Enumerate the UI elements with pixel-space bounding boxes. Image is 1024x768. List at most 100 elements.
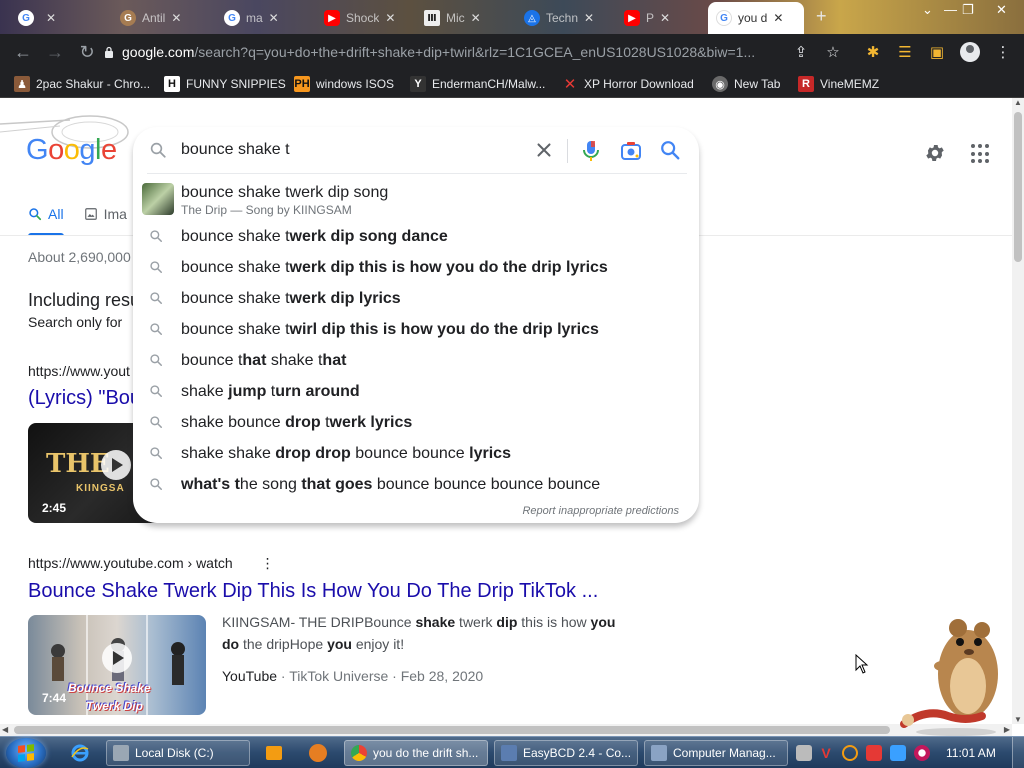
tray-app-icon[interactable] — [914, 745, 930, 761]
browser-tab-2[interactable]: G Antil ✕ — [112, 4, 212, 32]
menu-kebab-icon[interactable]: ⋮ — [994, 43, 1012, 61]
suggestion-rich-song[interactable]: bounce shake twerk dip song The Drip — S… — [133, 181, 699, 219]
easybcd-icon — [501, 745, 517, 761]
result-2-url[interactable]: https://www.youtube.com › watch ⋮ — [28, 555, 275, 572]
new-tab-plus-icon[interactable]: + — [816, 6, 827, 27]
address-bar[interactable]: google.com/search?q=you+do+the+drift+sha… — [104, 39, 788, 65]
forward-arrow-icon[interactable]: → — [44, 41, 66, 63]
browser-tab-1[interactable]: G ✕ — [10, 4, 106, 32]
suggestion-item[interactable]: shake jump turn around — [133, 376, 699, 407]
browser-tab-5[interactable]: Ⅲ Mic ✕ — [416, 4, 512, 32]
result-menu-kebab-icon[interactable]: ⋮ — [261, 555, 275, 572]
bookmark-windows-isos[interactable]: PH windows ISOS — [294, 75, 394, 93]
tray-display-icon[interactable] — [890, 745, 906, 761]
search-icon — [29, 208, 42, 221]
restore-icon[interactable]: ❐ — [962, 2, 974, 18]
close-tab-icon[interactable]: ✕ — [471, 11, 481, 25]
tray-network-icon[interactable] — [796, 745, 812, 761]
close-tab-icon[interactable]: ✕ — [171, 11, 181, 25]
bookmark-funny-snippies[interactable]: H FUNNY SNIPPIES — [164, 75, 286, 93]
close-tab-icon[interactable]: ✕ — [269, 11, 279, 25]
reload-icon[interactable]: ↻ — [76, 41, 98, 63]
browser-toolbar: ← → ↻ google.com/search?q=you+do+the+dri… — [0, 34, 1024, 70]
bookmark-2pac[interactable]: ♟ 2pac Shakur - Chro... — [14, 75, 150, 93]
windows-taskbar: Local Disk (C:) you do the drift sh... E… — [0, 736, 1024, 768]
search-icon — [150, 478, 163, 491]
search-icon — [150, 142, 166, 158]
settings-gear-icon[interactable] — [924, 142, 946, 164]
close-tab-icon[interactable]: ✕ — [660, 11, 670, 25]
close-tab-icon[interactable]: ✕ — [773, 11, 783, 25]
voice-search-mic-icon[interactable] — [581, 139, 601, 163]
bookmark-endermanch[interactable]: Y EndermanCH/Malw... — [410, 75, 545, 93]
bookmark-star-icon[interactable]: ☆ — [824, 43, 842, 61]
back-arrow-icon[interactable]: ← — [12, 41, 34, 63]
tab-search-chevron-icon[interactable]: ⌄ — [922, 2, 933, 18]
tray-flag-icon[interactable] — [866, 745, 882, 761]
close-tab-icon[interactable]: ✕ — [584, 11, 594, 25]
tab-all[interactable]: All — [28, 202, 64, 236]
close-tab-icon[interactable]: ✕ — [385, 11, 395, 25]
taskbar-local-disk[interactable]: Local Disk (C:) — [106, 740, 250, 766]
tab-images[interactable]: Ima — [84, 202, 127, 234]
suggestion-item[interactable]: bounce that shake that — [133, 345, 699, 376]
reading-list-icon[interactable]: ☰ — [896, 43, 914, 61]
clear-search-icon[interactable] — [533, 139, 555, 161]
browser-tab-4[interactable]: ▶ Shock ✕ — [316, 4, 412, 32]
suggestion-item[interactable]: shake bounce drop twerk lyrics — [133, 407, 699, 438]
lens-camera-icon[interactable] — [619, 139, 643, 163]
result-1-url[interactable]: https://www.yout — [28, 363, 130, 379]
suggestion-item[interactable]: bounce shake twirl dip this is how you d… — [133, 314, 699, 345]
google-apps-grid-icon[interactable] — [971, 144, 991, 164]
suggestion-item[interactable]: bounce shake twerk dip this is how you d… — [133, 252, 699, 283]
tray-search-icon[interactable] — [842, 745, 858, 761]
horizontal-scrollbar[interactable]: ◀ ▶ — [0, 724, 1012, 736]
browser-tab-7[interactable]: ▶ P ✕ — [616, 4, 704, 32]
close-window-icon[interactable]: ✕ — [996, 2, 1007, 18]
minimize-icon[interactable]: — — [944, 2, 957, 17]
result-1-title[interactable]: (Lyrics) "Bou — [28, 387, 141, 410]
google-icon: G — [716, 10, 732, 26]
profile-avatar[interactable] — [960, 42, 980, 62]
bookmark-vinememz[interactable]: R VineMEMZ — [798, 75, 879, 93]
start-button[interactable] — [6, 738, 46, 768]
suggestion-item[interactable]: bounce shake twerk dip lyrics — [133, 283, 699, 314]
suggestion-item[interactable]: what's the song that goes bounce bounce … — [133, 469, 699, 500]
result-2-title[interactable]: Bounce Shake Twerk Dip This Is How You D… — [28, 580, 598, 603]
app-tray-icon[interactable] — [304, 740, 332, 766]
browser-tab-active[interactable]: G you d ✕ — [708, 2, 804, 34]
taskbar-computer-management[interactable]: Computer Manag... — [644, 740, 788, 766]
scroll-up-arrow-icon[interactable]: ▲ — [1014, 98, 1022, 107]
browser-tab-3[interactable]: G ma ✕ — [216, 4, 312, 32]
search-only-for-link[interactable]: Search only for — [28, 314, 122, 330]
google-logo[interactable]: Google — [26, 134, 117, 167]
system-clock[interactable]: 11:01 AM — [946, 746, 996, 760]
bookmark-new-tab[interactable]: ◉ New Tab — [712, 75, 780, 93]
suggestion-item[interactable]: bounce shake twerk dip song dance — [133, 221, 699, 252]
media-player-icon[interactable] — [262, 740, 286, 766]
vertical-scroll-thumb[interactable] — [1014, 112, 1022, 262]
report-predictions-link[interactable]: Report inappropriate predictions — [522, 505, 679, 517]
horizontal-scroll-thumb[interactable] — [14, 726, 890, 734]
search-icon — [150, 447, 163, 460]
search-input[interactable]: bounce shake t — [181, 141, 290, 159]
side-panel-icon[interactable]: ▣ — [928, 43, 946, 61]
bookmark-xp-horror[interactable]: ✕ XP Horror Download — [562, 75, 694, 93]
taskbar-easybcd[interactable]: EasyBCD 2.4 - Co... — [494, 740, 638, 766]
tray-v-icon[interactable]: V — [818, 745, 834, 761]
show-desktop-button[interactable] — [1012, 737, 1024, 768]
close-tab-icon[interactable]: ✕ — [46, 11, 56, 25]
scroll-left-arrow-icon[interactable]: ◀ — [2, 725, 8, 734]
youtube-icon: ▶ — [624, 10, 640, 26]
suggestion-item[interactable]: shake shake drop drop bounce bounce lyri… — [133, 438, 699, 469]
scroll-down-arrow-icon[interactable]: ▼ — [1014, 715, 1022, 724]
result-2-video-thumbnail[interactable]: Bounce Shake Twerk Dip 7:44 — [28, 615, 206, 715]
share-icon[interactable]: ⇪ — [792, 43, 810, 61]
search-submit-icon[interactable] — [659, 139, 681, 161]
extensions-puzzle-icon[interactable]: ✱ — [864, 43, 882, 61]
browser-tab-6[interactable]: ◬ Techn ✕ — [516, 4, 612, 32]
internet-explorer-icon[interactable] — [66, 740, 94, 766]
vertical-scrollbar[interactable]: ▲ ▼ — [1012, 98, 1024, 724]
taskbar-chrome-window[interactable]: you do the drift sh... — [344, 740, 488, 766]
image-icon — [84, 208, 97, 220]
